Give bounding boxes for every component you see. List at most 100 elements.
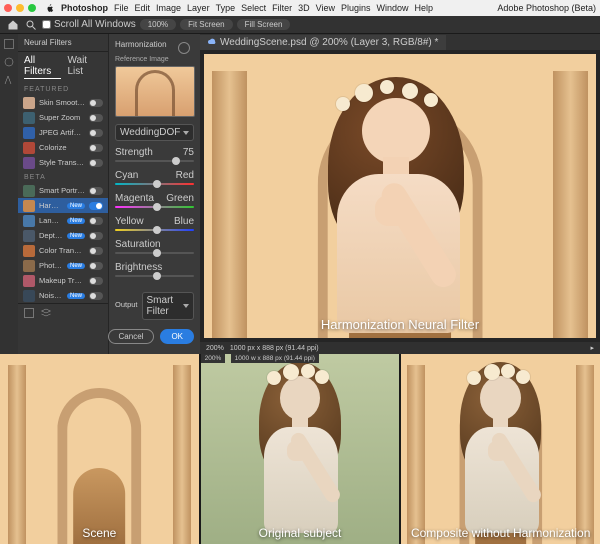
filter-toggle[interactable] — [89, 114, 103, 122]
menu-type[interactable]: Type — [216, 3, 236, 13]
yellow-blue-slider[interactable]: YellowBlue — [115, 216, 194, 233]
saturation-slider[interactable]: Saturation — [115, 239, 194, 256]
filter-colorize[interactable]: Colorize — [18, 140, 108, 155]
composite-cell: Composite without Harmonization — [401, 354, 600, 544]
zoom-dot[interactable] — [28, 4, 36, 12]
section-beta: BETA — [18, 170, 108, 183]
filter-toggle[interactable] — [89, 144, 103, 152]
filter-color-transfer[interactable]: Color Transfer — [18, 243, 108, 258]
before-after-icon[interactable] — [24, 308, 34, 318]
strip-info: 1000 w x 888 px (91.44 ppi) — [231, 354, 319, 363]
menu-help[interactable]: Help — [415, 3, 434, 13]
filter-toggle[interactable] — [89, 232, 103, 240]
slider-right: Red — [176, 170, 194, 181]
filter-tabs: All Filters Wait List — [18, 52, 108, 82]
menu-window[interactable]: Window — [377, 3, 409, 13]
filter-jpeg-artifact-[interactable]: JPEG Artifact... — [18, 125, 108, 140]
reference-layer-select[interactable]: WeddingDOF — [115, 124, 194, 141]
menu-file[interactable]: File — [114, 3, 129, 13]
filter-toggle[interactable] — [89, 217, 103, 225]
home-icon[interactable] — [6, 18, 20, 32]
tool-icon[interactable] — [3, 74, 15, 86]
output-select[interactable]: Smart Filter — [142, 292, 194, 320]
close-dot[interactable] — [4, 4, 12, 12]
menu-3d[interactable]: 3D — [298, 3, 310, 13]
brightness-slider[interactable]: Brightness — [115, 262, 194, 279]
zoom-tool-icon[interactable] — [24, 18, 38, 32]
magenta-green-slider[interactable]: MagentaGreen — [115, 193, 194, 210]
ok-button[interactable]: OK — [160, 329, 194, 344]
minimize-dot[interactable] — [16, 4, 24, 12]
filter-makeup-tran-[interactable]: Makeup Tran... — [18, 273, 108, 288]
document-tab[interactable]: WeddingScene.psd @ 200% (Layer 3, RGB/8#… — [200, 35, 446, 50]
zoom-readout[interactable]: 200% — [206, 345, 224, 352]
filter-photo-restor-[interactable]: Photo Restor...New — [18, 258, 108, 273]
menu-filter[interactable]: Filter — [272, 3, 292, 13]
menu-select[interactable]: Select — [241, 3, 266, 13]
filter-toggle[interactable] — [89, 99, 103, 107]
filter-noise-[interactable]: Noise...New — [18, 288, 108, 303]
tool-icon[interactable] — [3, 38, 15, 50]
filter-thumb — [23, 290, 35, 302]
menu-edit[interactable]: Edit — [135, 3, 151, 13]
document-tab-bar: WeddingScene.psd @ 200% (Layer 3, RGB/8#… — [200, 34, 600, 50]
filter-toggle[interactable] — [89, 247, 103, 255]
layers-icon[interactable] — [40, 307, 52, 319]
filter-skin-smoothi-[interactable]: Skin Smoothi... — [18, 95, 108, 110]
scene-caption: Scene — [0, 526, 199, 540]
comparison-strip: Scene 200% 1000 w x 888 px (91.44 ppi) O… — [0, 354, 600, 544]
menu-layer[interactable]: Layer — [187, 3, 210, 13]
slider-value: 75 — [183, 147, 194, 158]
app-name[interactable]: Photoshop — [61, 3, 108, 13]
filter-label: JPEG Artifact... — [39, 128, 85, 137]
filter-style-transfer[interactable]: Style Transfer — [18, 155, 108, 170]
zoom-100-button[interactable]: 100% — [140, 19, 176, 30]
filter-toggle[interactable] — [89, 187, 103, 195]
filter-label: Style Transfer — [39, 158, 85, 167]
tool-icon[interactable] — [3, 56, 15, 68]
slider-label: Strength — [115, 147, 153, 158]
harmonization-options: Harmonization Reference Image WeddingDOF… — [108, 34, 200, 354]
filter-toggle[interactable] — [89, 262, 103, 270]
tab-wait-list[interactable]: Wait List — [67, 55, 102, 79]
fit-screen-button[interactable]: Fit Screen — [180, 19, 232, 30]
filter-label: Color Transfer — [39, 246, 85, 255]
new-badge: New — [67, 218, 85, 224]
filter-toggle[interactable] — [89, 292, 103, 300]
new-badge: New — [67, 293, 85, 299]
window-title: Adobe Photoshop (Beta) — [497, 3, 596, 13]
filter-toggle[interactable] — [89, 277, 103, 285]
window-controls[interactable] — [4, 4, 36, 12]
menu-plugins[interactable]: Plugins — [341, 3, 371, 13]
filter-label: Depth Blur — [39, 231, 63, 240]
filter-super-zoom[interactable]: Super Zoom — [18, 110, 108, 125]
document-area: WeddingScene.psd @ 200% (Layer 3, RGB/8#… — [200, 34, 600, 354]
filter-thumb — [23, 97, 35, 109]
tab-all-filters[interactable]: All Filters — [24, 55, 61, 79]
filter-landsc-[interactable]: Landsc... New — [18, 213, 108, 228]
fill-screen-button[interactable]: Fill Screen — [237, 19, 291, 30]
filter-toggle[interactable] — [89, 159, 103, 167]
filter-toggle[interactable] — [89, 202, 103, 210]
filter-smart-portrait[interactable]: Smart Portrait — [18, 183, 108, 198]
filter-label: Makeup Tran... — [39, 276, 85, 285]
filter-toggle[interactable] — [89, 129, 103, 137]
panel-collapse-icon[interactable]: ▸ — [590, 344, 594, 352]
filter-depth-blur[interactable]: Depth BlurNew — [18, 228, 108, 243]
slider-left: Yellow — [115, 216, 144, 227]
reset-icon[interactable] — [178, 42, 190, 54]
filter-thumb — [23, 260, 35, 272]
apple-menu[interactable] — [46, 4, 55, 13]
filter-harmonization[interactable]: HarmonizationNew — [18, 198, 108, 213]
menu-view[interactable]: View — [316, 3, 335, 13]
filter-label: Landsc... — [39, 216, 63, 225]
menu-image[interactable]: Image — [156, 3, 181, 13]
output-row: Output Smart Filter — [115, 288, 194, 320]
strength-slider[interactable]: Strength 75 — [115, 147, 194, 164]
filter-label: Super Zoom — [39, 113, 85, 122]
reference-image-thumbnail[interactable] — [115, 66, 195, 117]
cancel-button[interactable]: Cancel — [108, 329, 155, 344]
scroll-all-checkbox[interactable]: Scroll All Windows — [42, 19, 136, 30]
cyan-red-slider[interactable]: CyanRed — [115, 170, 194, 187]
canvas[interactable]: Harmonization Neural Filter — [204, 54, 596, 338]
